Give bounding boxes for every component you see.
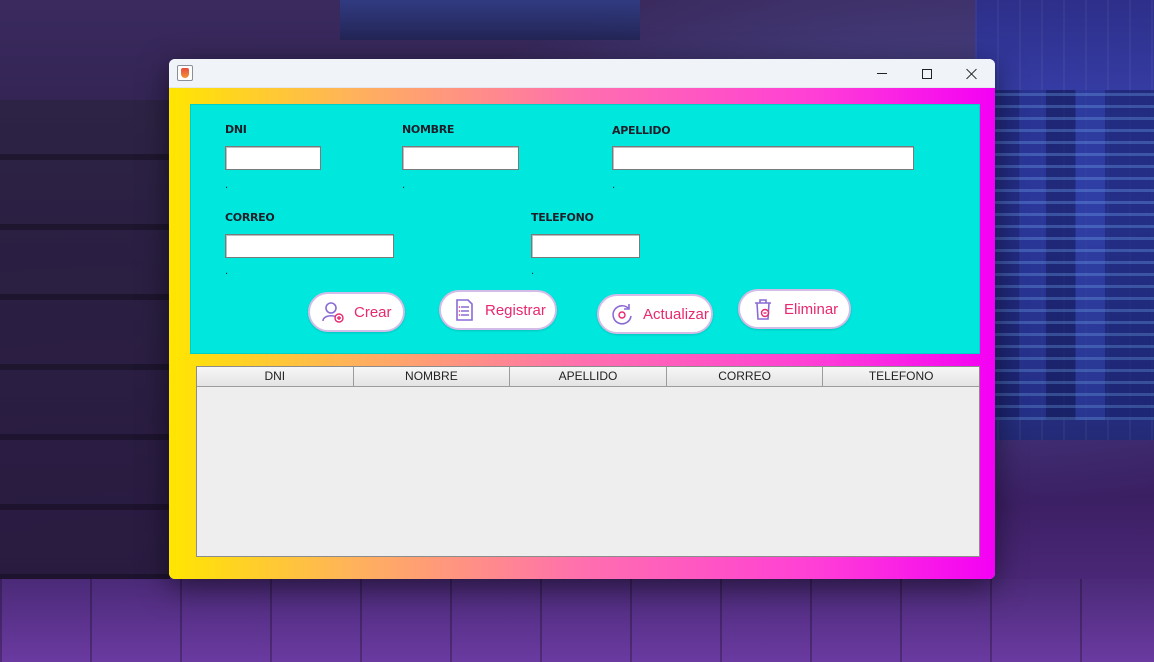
correo-hint: . <box>225 266 229 277</box>
user-add-icon <box>322 302 344 323</box>
eliminar-label: Eliminar <box>784 300 839 318</box>
java-app-icon <box>177 65 193 81</box>
document-list-icon <box>456 299 473 321</box>
crear-label: Crear <box>354 303 392 321</box>
data-table[interactable]: DNI NOMBRE APELLIDO CORREO TELEFONO <box>196 366 980 557</box>
column-header-correo[interactable]: CORREO <box>667 367 824 386</box>
dni-input[interactable] <box>225 146 321 170</box>
refresh-icon <box>612 304 632 325</box>
wallpaper-floor <box>0 579 1154 662</box>
column-header-dni[interactable]: DNI <box>197 367 354 386</box>
minimize-icon <box>877 73 887 74</box>
app-window: DNI . NOMBRE . APELLIDO . CORREO . TELEF… <box>169 59 995 579</box>
eliminar-button[interactable]: Eliminar <box>738 289 851 329</box>
registrar-button[interactable]: Registrar <box>439 290 557 330</box>
dni-label: DNI <box>225 123 247 136</box>
table-body[interactable] <box>197 387 979 556</box>
correo-input[interactable] <box>225 234 394 258</box>
close-icon <box>966 68 978 80</box>
apellido-hint: . <box>612 180 616 191</box>
title-bar[interactable] <box>169 59 995 88</box>
close-button[interactable] <box>949 59 995 88</box>
wallpaper-city-lights <box>990 90 1154 420</box>
maximize-icon <box>922 68 932 79</box>
crear-button[interactable]: Crear <box>308 292 405 332</box>
table-header: DNI NOMBRE APELLIDO CORREO TELEFONO <box>197 367 979 387</box>
wallpaper-bookshelf <box>0 100 170 580</box>
apellido-input[interactable] <box>612 146 914 170</box>
telefono-hint: . <box>531 266 535 277</box>
column-header-apellido[interactable]: APELLIDO <box>510 367 667 386</box>
actualizar-button[interactable]: Actualizar <box>597 294 713 334</box>
nombre-input[interactable] <box>402 146 519 170</box>
trash-icon <box>755 299 771 320</box>
telefono-label: TELEFONO <box>531 211 594 224</box>
nombre-label: NOMBRE <box>402 123 455 136</box>
form-panel: DNI . NOMBRE . APELLIDO . CORREO . TELEF… <box>190 104 980 354</box>
dni-hint: . <box>225 180 229 191</box>
gradient-content-area: DNI . NOMBRE . APELLIDO . CORREO . TELEF… <box>169 88 995 579</box>
column-header-nombre[interactable]: NOMBRE <box>354 367 511 386</box>
column-header-telefono[interactable]: TELEFONO <box>823 367 979 386</box>
actualizar-label: Actualizar <box>643 305 709 323</box>
nombre-hint: . <box>402 180 406 191</box>
apellido-label: APELLIDO <box>612 124 671 137</box>
minimize-button[interactable] <box>859 59 905 88</box>
correo-label: CORREO <box>225 211 275 224</box>
maximize-button[interactable] <box>904 59 950 88</box>
wallpaper-window-top <box>340 0 640 40</box>
registrar-label: Registrar <box>485 301 546 319</box>
telefono-input[interactable] <box>531 234 640 258</box>
